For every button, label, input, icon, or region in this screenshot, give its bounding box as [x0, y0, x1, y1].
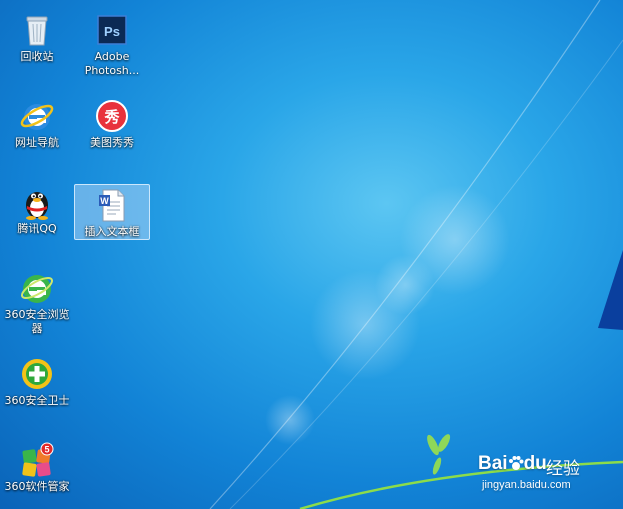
notification-badge: 5 — [44, 445, 49, 455]
desktop-icon-360-browser[interactable]: 360安全浏览器 — [0, 268, 74, 336]
desktop-icon-label: 360软件管家 — [4, 480, 70, 493]
desktop-icon-insert-textbox[interactable]: W 插入文本框 — [74, 184, 150, 240]
baidu-jingyan-watermark: Bai du 经验 jingyan.baidu.com — [478, 453, 618, 495]
desktop-icon-label: 回收站 — [20, 50, 54, 63]
internet-explorer-icon — [19, 98, 55, 134]
desktop-icon-recycle-bin[interactable]: 回收站 — [0, 10, 74, 64]
baidu-paw-icon — [508, 456, 524, 470]
desktop-icon-qq[interactable]: 腾讯QQ — [0, 182, 74, 236]
svg-text:Ps: Ps — [104, 24, 120, 39]
desktop-icon-label: 插入文本框 — [84, 225, 140, 238]
desktop-icon-label: 腾讯QQ — [17, 222, 57, 235]
desktop-icon-label: Adobe Photosh... — [84, 50, 140, 77]
desktop-icon-photoshop[interactable]: Ps Adobe Photosh... — [75, 10, 149, 78]
meitu-xiuxiu-icon: 秀 — [94, 98, 130, 134]
svg-text:W: W — [100, 196, 109, 206]
watermark-url: jingyan.baidu.com — [482, 479, 571, 491]
desktop-icon-label: 360安全卫士 — [4, 394, 70, 407]
watermark-brand: Bai du — [478, 453, 547, 474]
word-document-icon: W — [94, 187, 130, 223]
desktop-icon-label: 美图秀秀 — [90, 136, 134, 149]
desktop-icon-360-guard[interactable]: 360安全卫士 — [0, 354, 74, 408]
svg-text:秀: 秀 — [103, 108, 120, 126]
360-security-guard-icon — [19, 356, 55, 392]
desktop-icon-web-navigation[interactable]: 网址导航 — [0, 96, 74, 150]
desktop-icon-label: 360安全浏览器 — [4, 308, 70, 335]
360-browser-icon — [19, 270, 55, 306]
360-software-manager-icon: 5 — [19, 442, 55, 478]
photoshop-icon: Ps — [94, 12, 130, 48]
desktop-icon-360-software[interactable]: 5 360软件管家 — [0, 440, 74, 494]
desktop-icon-label: 网址导航 — [15, 136, 59, 149]
qq-penguin-icon — [19, 184, 55, 220]
desktop-icon-meitu[interactable]: 秀 美图秀秀 — [75, 96, 149, 150]
recycle-bin-icon — [19, 12, 55, 48]
watermark-cn: 经验 — [546, 459, 580, 479]
